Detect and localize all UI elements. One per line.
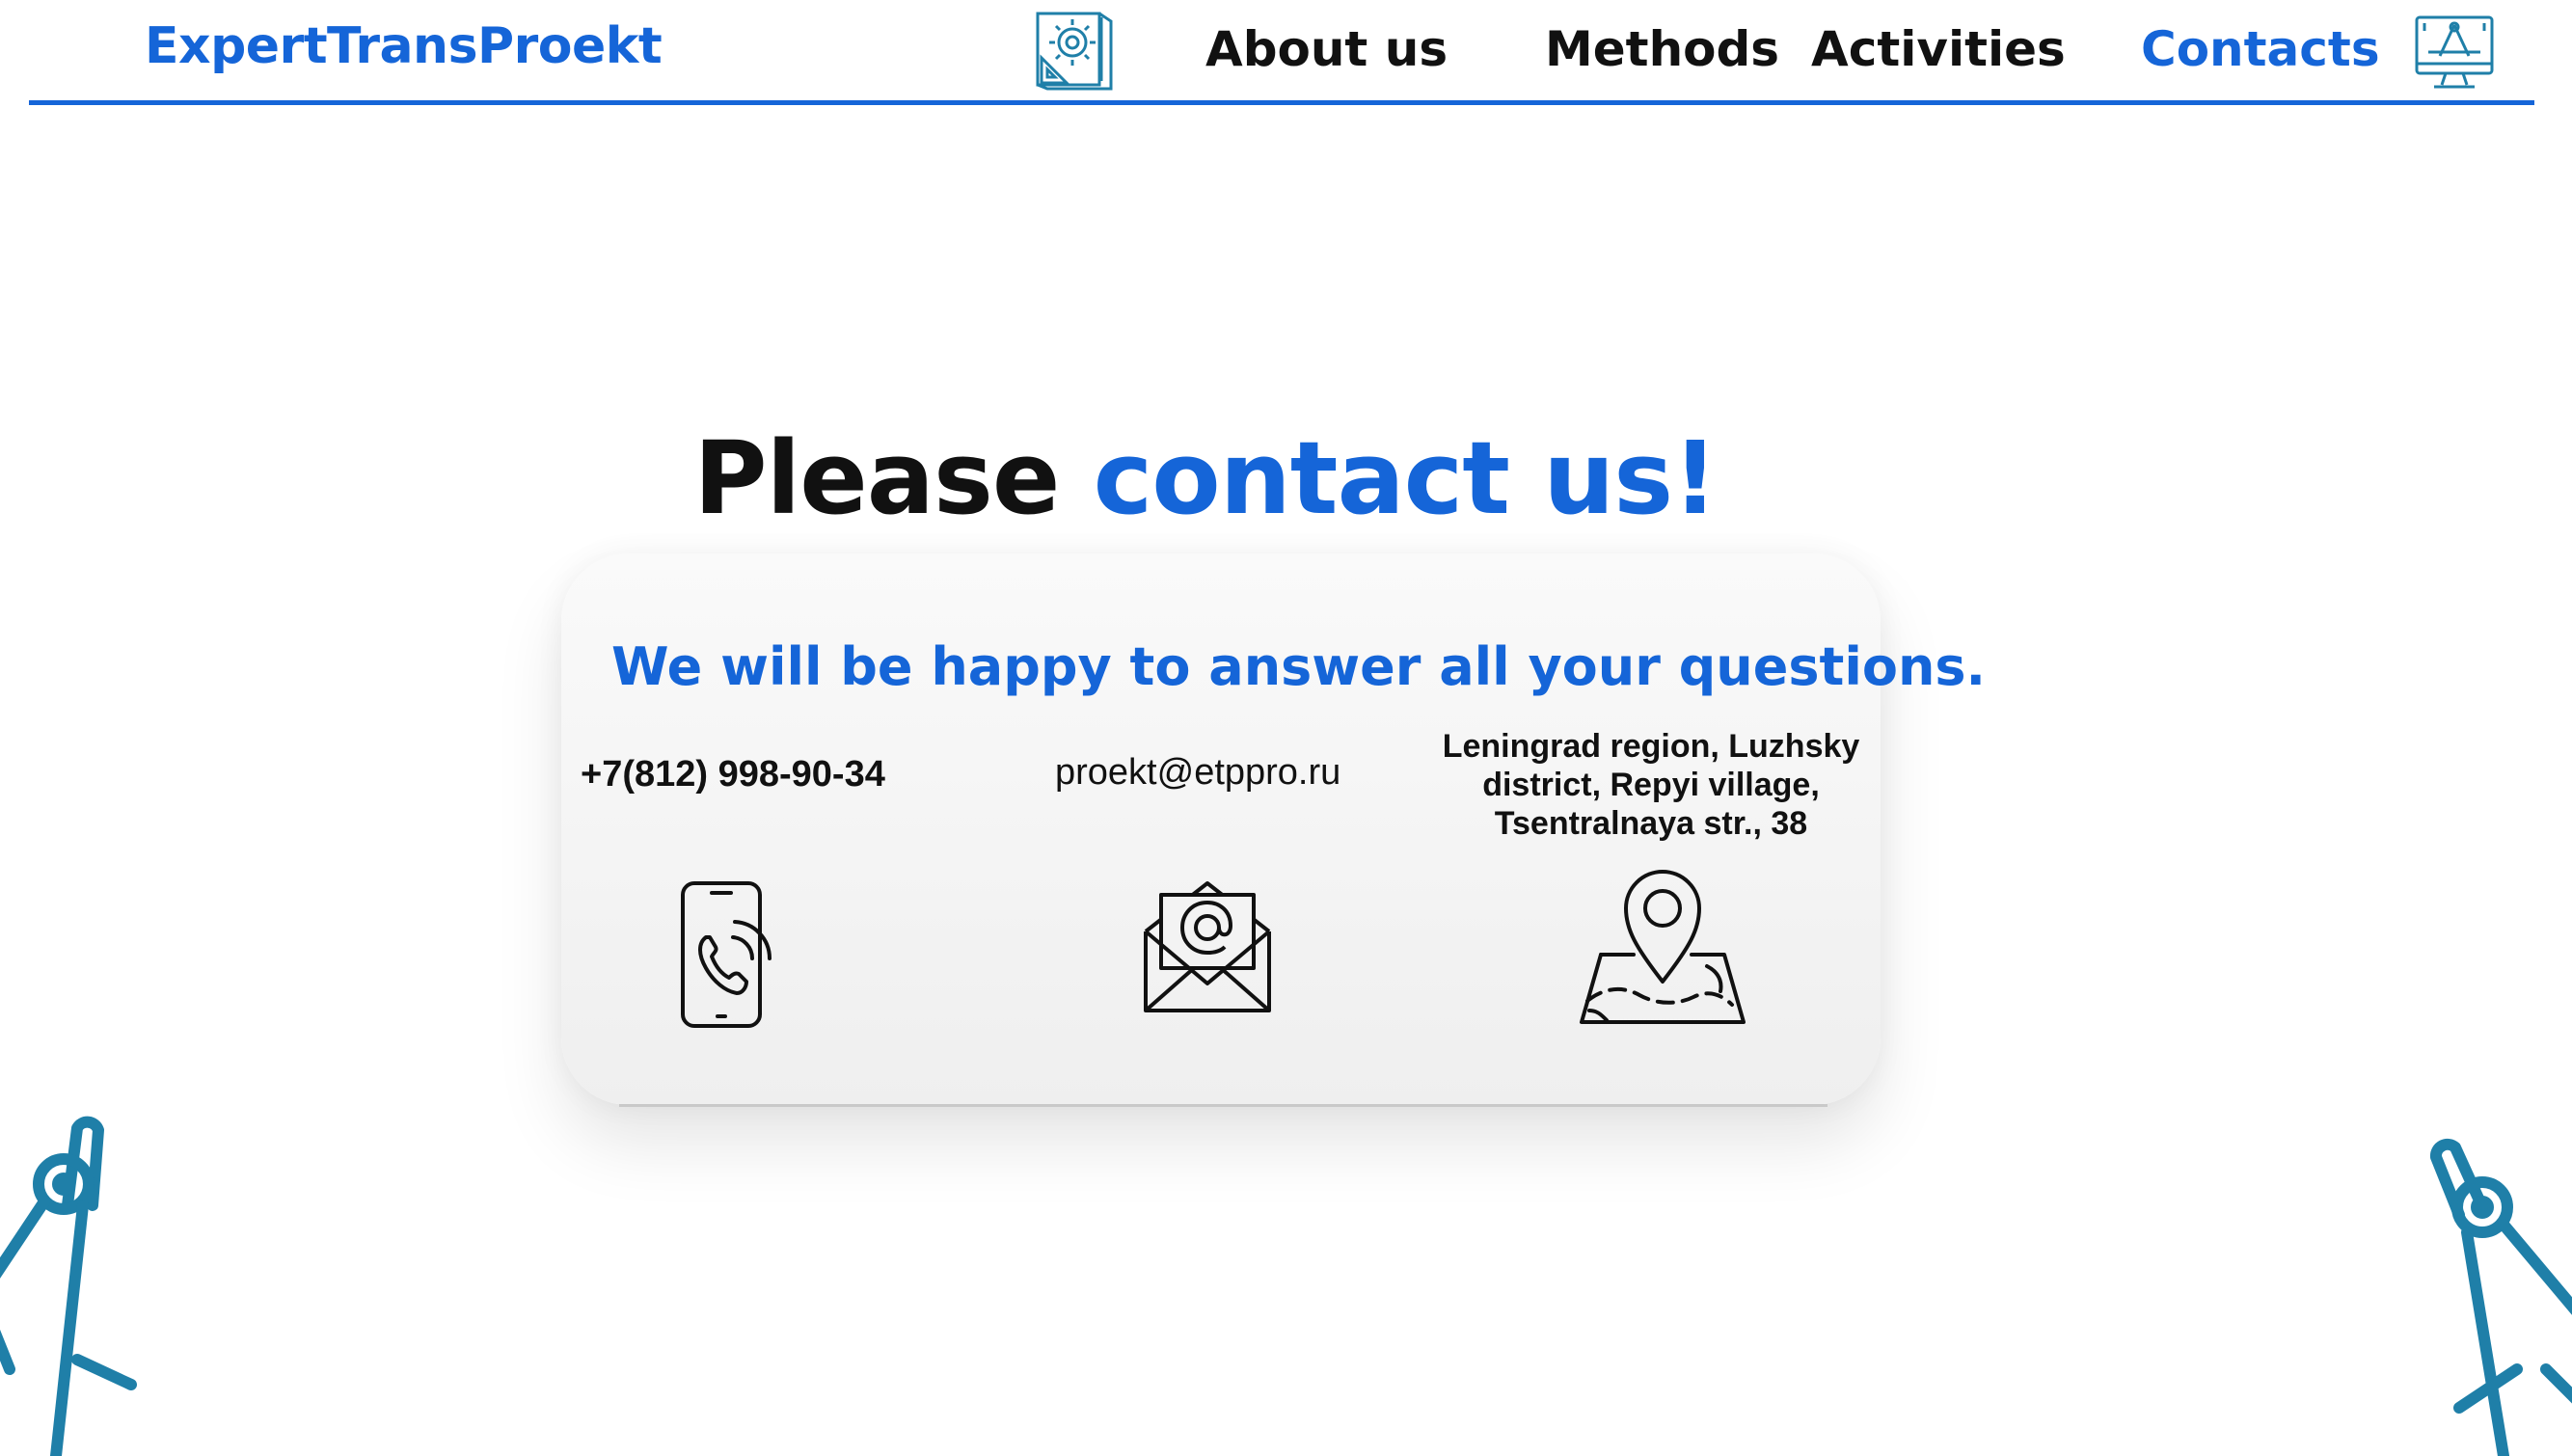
header-divider xyxy=(29,100,2534,105)
drafting-compass-icon xyxy=(0,1116,137,1456)
monitor-design-icon xyxy=(2415,15,2494,89)
page-title: Please contact us! xyxy=(0,419,2411,537)
card-subtitle: We will be happy to answer all your ques… xyxy=(611,636,1987,697)
email-address[interactable]: proekt@etppro.ru xyxy=(1055,752,1340,794)
page-title-accent: contact us! xyxy=(1093,419,1719,537)
card-bottom-divider xyxy=(619,1104,1827,1107)
map-pin-icon[interactable] xyxy=(1578,860,1747,1026)
contact-card: We will be happy to answer all your ques… xyxy=(561,553,1986,1107)
nav-methods[interactable]: Methods xyxy=(1545,21,1779,77)
page-title-part1: Please xyxy=(693,419,1094,537)
nav-activities[interactable]: Activities xyxy=(1811,21,2066,77)
email-envelope-icon[interactable] xyxy=(1140,877,1275,1016)
postal-address: Leningrad region, Luzhsky district, Repy… xyxy=(1442,728,1860,842)
phone-call-icon[interactable] xyxy=(677,879,783,1030)
site-logo[interactable]: ExpertTransProekt xyxy=(145,17,663,75)
drafting-compass-icon xyxy=(2429,1138,2572,1456)
phone-number[interactable]: +7(812) 998-90-34 xyxy=(581,754,885,795)
nav-contacts[interactable]: Contacts xyxy=(2141,21,2380,77)
blueprint-gear-icon xyxy=(1036,12,1113,91)
nav-about-us[interactable]: About us xyxy=(1205,21,1448,77)
